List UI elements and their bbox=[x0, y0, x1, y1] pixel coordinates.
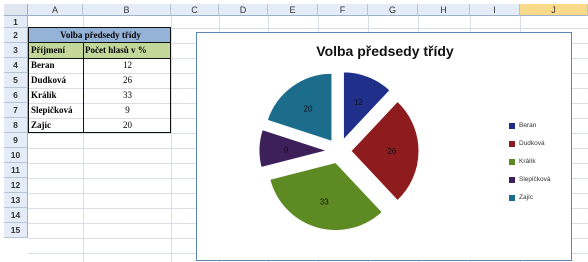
row-header-3[interactable]: 3 bbox=[4, 43, 28, 58]
pie-slice-králík[interactable] bbox=[269, 161, 383, 231]
data-label: 26 bbox=[387, 147, 396, 156]
row-header-5[interactable]: 5 bbox=[4, 73, 28, 88]
data-label: 33 bbox=[320, 198, 329, 207]
column-header-h[interactable]: H bbox=[418, 4, 470, 16]
legend-label: Králík bbox=[519, 158, 536, 165]
legend-label: Beran bbox=[519, 122, 537, 129]
row-header-9[interactable]: 9 bbox=[4, 133, 28, 148]
select-all-corner[interactable] bbox=[4, 4, 28, 16]
legend-swatch bbox=[509, 177, 515, 183]
worksheet-grid: ABCDEFGHIJ 1 2 3 4 5 6 7 8 9 10 11 12 13 14 15 Volba p… bbox=[0, 0, 588, 262]
column-header-j[interactable]: J bbox=[520, 4, 588, 16]
column-header-f[interactable]: F bbox=[318, 4, 368, 16]
legend-label: Dudková bbox=[519, 140, 545, 147]
pie-plot: 12 26 33 9 20 bbox=[258, 71, 420, 231]
legend-label: Zajíc bbox=[519, 194, 534, 201]
row-header-1[interactable]: 1 bbox=[4, 16, 28, 28]
column-header-c[interactable]: C bbox=[171, 4, 219, 16]
row-header-8[interactable]: 8 bbox=[4, 118, 28, 133]
pie-chart[interactable]: Volba předsedy třídy 12 26 33 9 20 Beran Dudk… bbox=[196, 32, 572, 261]
column-header-a[interactable]: A bbox=[28, 4, 83, 16]
column-header-b[interactable]: B bbox=[83, 4, 171, 16]
row-header-6[interactable]: 6 bbox=[4, 88, 28, 103]
legend-swatch bbox=[509, 159, 515, 165]
legend-label: Slepičková bbox=[519, 176, 551, 183]
row-header-14[interactable]: 14 bbox=[4, 208, 28, 223]
column-header-g[interactable]: G bbox=[368, 4, 418, 16]
row-header-15[interactable]: 15 bbox=[4, 223, 28, 238]
data-label: 12 bbox=[354, 98, 363, 107]
legend-swatch bbox=[509, 141, 515, 147]
row-header-7[interactable]: 7 bbox=[4, 103, 28, 118]
row-header-2[interactable]: 2 bbox=[4, 28, 28, 43]
data-label: 9 bbox=[284, 145, 289, 154]
row-header-10[interactable]: 10 bbox=[4, 148, 28, 163]
row-header-4[interactable]: 4 bbox=[4, 58, 28, 73]
legend-swatch bbox=[509, 123, 515, 129]
data-label: 20 bbox=[304, 104, 313, 113]
legend-swatch bbox=[509, 195, 515, 201]
grid-line bbox=[171, 16, 172, 262]
column-header-d[interactable]: D bbox=[219, 4, 268, 16]
row-header-11[interactable]: 11 bbox=[4, 163, 28, 178]
column-header-e[interactable]: E bbox=[268, 4, 318, 16]
spreadsheet-window: ABCDEFGHIJ 1 2 3 4 5 6 7 8 9 10 11 12 13 14 15 Volba p… bbox=[0, 0, 588, 262]
pie-slice-zajíc[interactable] bbox=[266, 72, 333, 142]
row-header-13[interactable]: 13 bbox=[4, 193, 28, 208]
column-header-i[interactable]: I bbox=[470, 4, 520, 16]
row-header-12[interactable]: 12 bbox=[4, 178, 28, 193]
